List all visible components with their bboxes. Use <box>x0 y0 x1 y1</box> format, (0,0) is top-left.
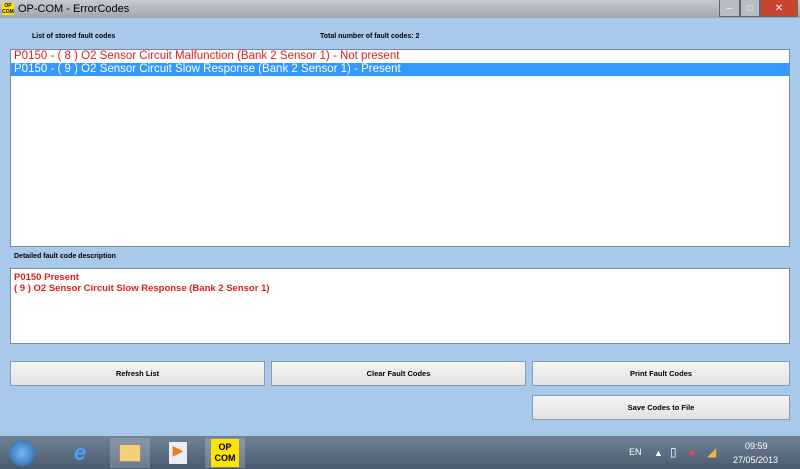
total-count-label: Total number of fault codes: 2 <box>320 33 420 40</box>
close-button[interactable]: ✕ <box>760 0 798 17</box>
detail-line-1: P0150 Present <box>14 272 79 283</box>
clock-time[interactable]: 09:59 <box>745 441 768 451</box>
minimize-button[interactable]: – <box>719 0 740 17</box>
taskbar: e ▶ OP COM EN ▲ ▯ ● ◢ 09:59 27/05/2013 <box>0 436 800 469</box>
device-icon[interactable]: ▯ <box>670 445 677 459</box>
fault-code-row-selected[interactable]: P0150 - ( 9 ) O2 Sensor Circuit Slow Res… <box>11 63 789 76</box>
detail-box: P0150 Present ( 9 ) O2 Sensor Circuit Sl… <box>10 268 790 344</box>
opcom-taskbar-button[interactable]: OP COM <box>205 438 245 468</box>
detail-label: Detailed fault code description <box>14 253 116 260</box>
file-explorer-icon[interactable] <box>110 438 150 468</box>
media-player-icon[interactable]: ▶ <box>158 438 198 468</box>
window-title: OP-COM - ErrorCodes <box>18 3 130 15</box>
print-fault-codes-button[interactable]: Print Fault Codes <box>532 361 790 386</box>
save-codes-button[interactable]: Save Codes to File <box>532 395 790 420</box>
clear-fault-codes-button[interactable]: Clear Fault Codes <box>271 361 526 386</box>
fault-code-row[interactable]: P0150 - ( 8 ) O2 Sensor Circuit Malfunct… <box>11 50 789 63</box>
title-bar: OP COM OP-COM - ErrorCodes <box>0 0 800 18</box>
language-indicator[interactable]: EN <box>629 447 642 457</box>
fault-code-list[interactable]: P0150 - ( 8 ) O2 Sensor Circuit Malfunct… <box>10 49 790 247</box>
clock-date[interactable]: 27/05/2013 <box>733 455 778 465</box>
volume-muted-icon[interactable]: ● <box>688 445 695 459</box>
maximize-button[interactable]: □ <box>740 0 760 17</box>
app-icon: OP COM <box>2 3 14 15</box>
detail-line-2: ( 9 ) O2 Sensor Circuit Slow Response (B… <box>14 283 270 294</box>
opcom-icon: OP COM <box>211 439 239 467</box>
internet-explorer-icon[interactable]: e <box>60 438 100 468</box>
network-icon[interactable]: ◢ <box>707 445 716 459</box>
show-hidden-icons[interactable]: ▲ <box>654 448 663 458</box>
start-button[interactable] <box>2 438 42 468</box>
list-label: List of stored fault codes <box>32 33 116 40</box>
refresh-list-button[interactable]: Refresh List <box>10 361 265 386</box>
